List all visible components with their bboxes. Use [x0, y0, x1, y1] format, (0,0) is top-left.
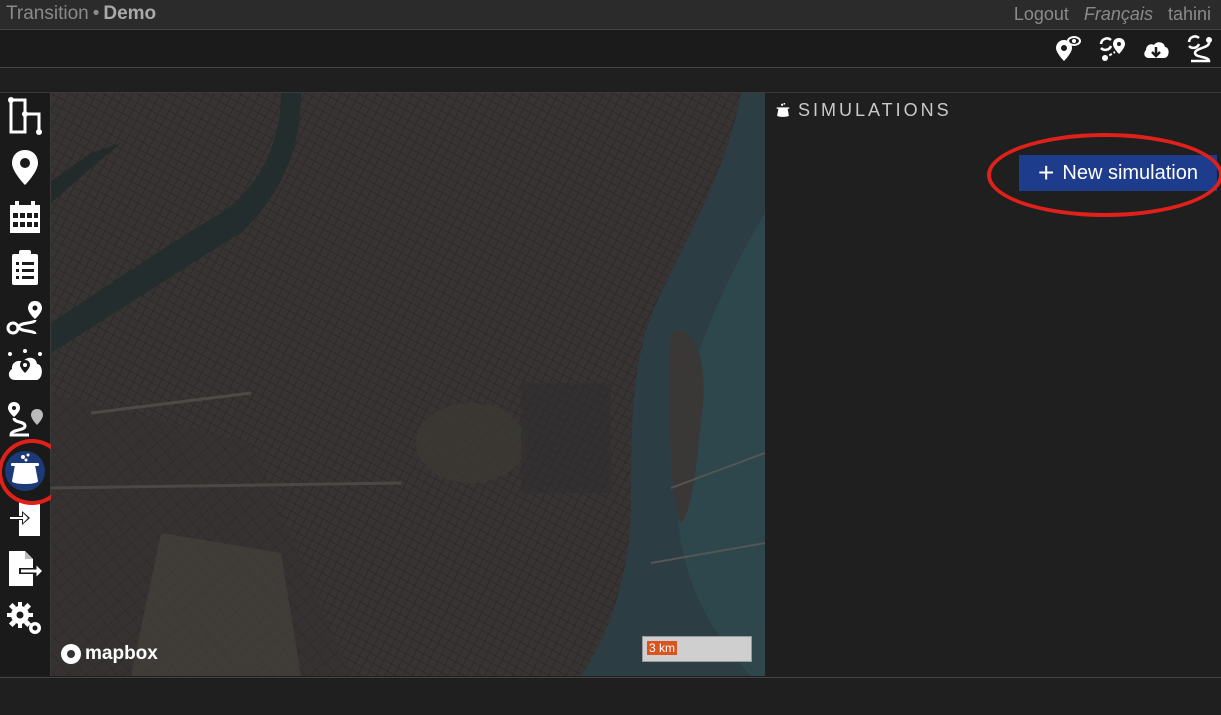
language-switch[interactable]: Français	[1084, 4, 1153, 24]
download-icon[interactable]	[1141, 34, 1171, 64]
import-icon[interactable]	[5, 498, 45, 538]
visible-nodes-icon[interactable]	[1053, 34, 1083, 64]
new-simulation-button[interactable]: + New simulation	[1019, 155, 1217, 191]
brand-separator: •	[92, 3, 100, 24]
app-name: Transition	[6, 3, 89, 24]
accessibility-icon[interactable]	[5, 348, 45, 388]
map-view[interactable]: mapbox 3 km	[51, 93, 765, 676]
new-simulation-label: New simulation	[1062, 161, 1198, 184]
settings-icon[interactable]	[5, 598, 45, 638]
map-toolbar	[0, 30, 1221, 68]
od-routing-icon[interactable]	[5, 399, 45, 439]
simulations-panel: SIMULATIONS + New simulation	[766, 93, 1221, 676]
mapbox-logo[interactable]: mapbox	[61, 642, 158, 666]
user-menu: Logout Français tahini	[1004, 4, 1211, 25]
services-icon[interactable]	[5, 247, 45, 287]
network-icon[interactable]	[5, 96, 45, 136]
path-refresh-icon[interactable]	[1185, 34, 1215, 64]
map-scale: 3 km	[642, 636, 752, 662]
left-sidebar	[0, 93, 51, 676]
schedules-icon[interactable]	[5, 197, 45, 237]
bottom-bar	[0, 677, 1221, 715]
mapbox-logo-icon	[61, 644, 81, 664]
satellite-map-image	[51, 93, 765, 676]
nodes-icon[interactable]	[5, 147, 45, 187]
export-icon[interactable]	[5, 548, 45, 588]
project-name: Demo	[103, 3, 157, 24]
mapbox-attribution: mapbox	[85, 643, 158, 664]
route-update-icon[interactable]	[1097, 34, 1127, 64]
secondary-strip	[0, 68, 1221, 93]
plus-icon: +	[1038, 157, 1055, 188]
top-header: Transition • Demo Logout Français tahini	[0, 0, 1221, 30]
logout-link[interactable]: Logout	[1014, 4, 1069, 24]
panel-title-text: SIMULATIONS	[798, 100, 952, 120]
map-scale-label: 3 km	[647, 641, 678, 655]
panel-title: SIMULATIONS	[774, 100, 952, 121]
routing-icon[interactable]	[5, 298, 45, 338]
username-link[interactable]: tahini	[1168, 4, 1211, 24]
simulations-icon[interactable]	[5, 451, 45, 491]
app-brand[interactable]: Transition • Demo	[6, 3, 156, 25]
simulations-title-icon	[776, 102, 790, 117]
